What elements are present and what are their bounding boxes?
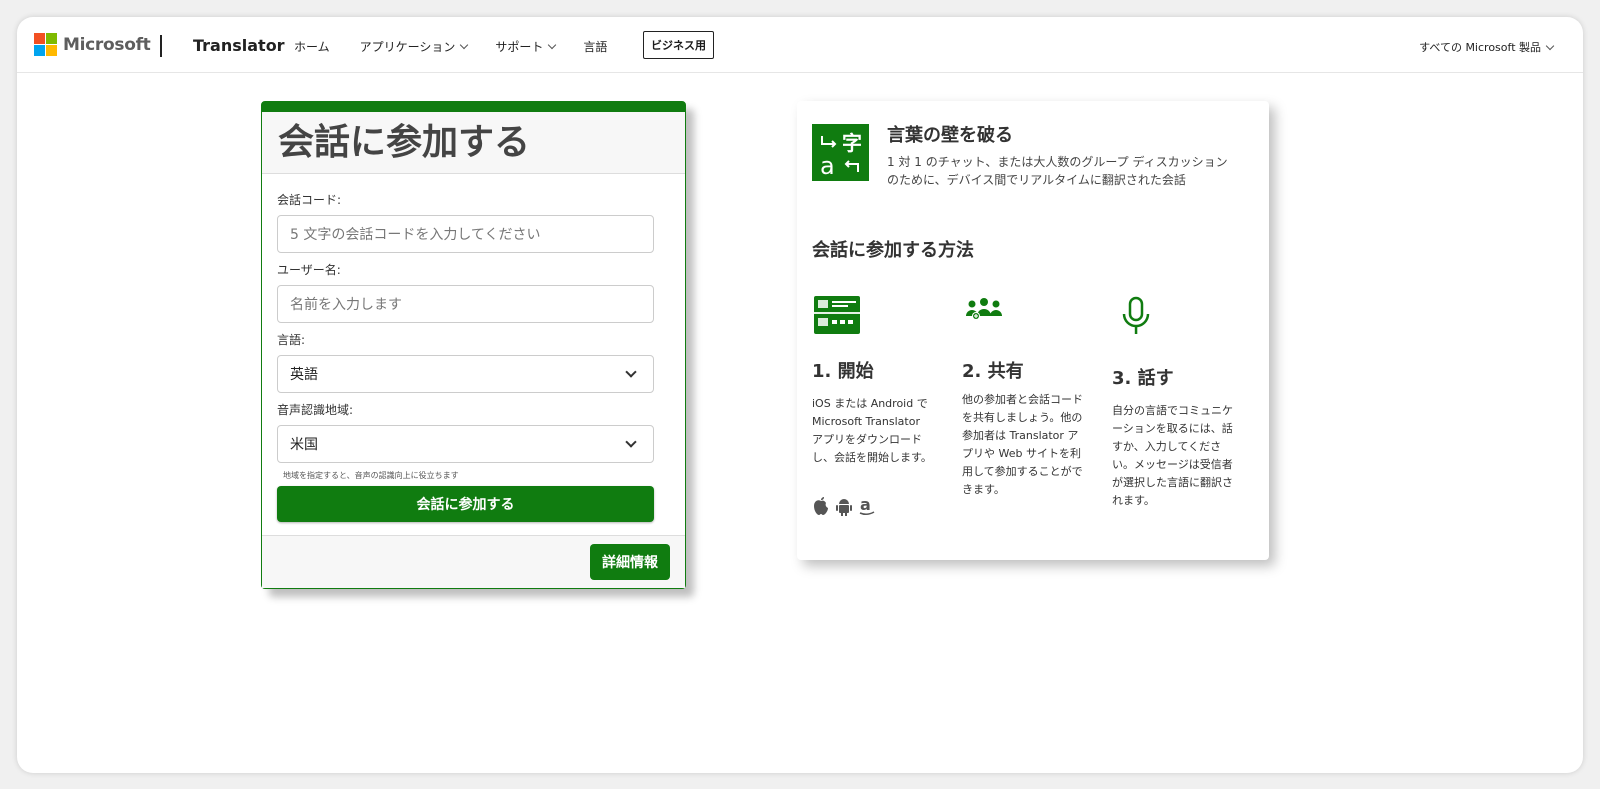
code-placeholder: 5 文字の会話コードを入力してください: [290, 227, 541, 243]
hero-title: 言葉の壁を破る: [887, 125, 1013, 146]
header-divider: [160, 35, 162, 57]
language-select[interactable]: 英語: [277, 355, 654, 393]
step-start-title: 1. 開始: [812, 361, 874, 382]
user-name-input[interactable]: 名前を入力します: [277, 285, 654, 323]
language-value: 英語: [290, 367, 318, 383]
all-microsoft-products-menu[interactable]: すべての Microsoft 製品: [1419, 39, 1555, 55]
chevron-down-icon: [625, 435, 637, 448]
code-label: 会話コード:: [277, 193, 342, 207]
region-label: 音声認識地域:: [277, 403, 354, 417]
join-card-header: 会話に参加する: [262, 112, 685, 174]
svg-text:字: 字: [842, 131, 862, 155]
step-start-desc: iOS または Android で Microsoft Translator ア…: [812, 397, 932, 464]
chevron-down-icon: [460, 40, 469, 50]
site-header: Microsoft Translator ホーム アプリケーション サポート 言…: [17, 17, 1583, 73]
name-label: ユーザー名:: [277, 263, 341, 277]
chevron-down-icon: [548, 40, 557, 50]
language-label: 言語:: [277, 333, 306, 347]
apple-icon[interactable]: [812, 496, 830, 520]
conversation-code-input[interactable]: 5 文字の会話コードを入力してください: [277, 215, 654, 253]
microsoft-wordmark: Microsoft: [63, 34, 151, 55]
business-button[interactable]: ビジネス用: [643, 31, 714, 59]
region-value: 米国: [290, 437, 318, 453]
all-products-label: すべての Microsoft 製品: [1419, 41, 1541, 54]
store-icons: a: [812, 495, 876, 520]
region-select[interactable]: 米国: [277, 425, 654, 463]
nav-home[interactable]: ホーム: [294, 38, 330, 55]
group-icon: [962, 294, 1006, 328]
android-icon[interactable]: [835, 496, 853, 520]
nav-languages[interactable]: 言語: [583, 38, 607, 55]
hero-description: 1 対 1 のチャット、または大人数のグループ ディスカッションのために、デバイ…: [887, 155, 1228, 187]
svg-text:a: a: [820, 152, 835, 180]
svg-text:a: a: [860, 496, 871, 514]
name-placeholder: 名前を入力します: [290, 297, 402, 313]
microsoft-logo[interactable]: Microsoft: [34, 33, 151, 56]
info-card: 字 a 言葉の壁を破る 1 対 1 のチャット、または大人数のグループ ディスカ…: [797, 101, 1269, 560]
chevron-down-icon: [625, 365, 637, 378]
microsoft-squares-icon: [34, 33, 57, 56]
how-to-join-title: 会話に参加する方法: [812, 240, 974, 261]
brand-translator-link[interactable]: Translator: [193, 36, 285, 55]
join-title: 会話に参加する: [278, 122, 531, 163]
step-share-title: 2. 共有: [962, 361, 1024, 382]
step-speak-desc: 自分の言語でコミュニケーションを取るには、話すか、入力してください。メッセージは…: [1112, 404, 1233, 507]
nav-support[interactable]: サポート: [495, 38, 557, 55]
nav-applications[interactable]: アプリケーション: [359, 38, 469, 55]
join-conversation-button[interactable]: 会話に参加する: [277, 486, 654, 522]
join-form: 会話コード: 5 文字の会話コードを入力してください ユーザー名: 名前を入力し…: [262, 174, 685, 537]
nav-support-label: サポート: [495, 40, 544, 54]
app-window-icon: [812, 294, 862, 340]
nav-languages-label: 言語: [583, 40, 608, 54]
join-conversation-card: 会話に参加する 会話コード: 5 文字の会話コードを入力してください ユーザー名…: [261, 101, 686, 589]
microphone-icon: [1116, 294, 1156, 342]
amazon-icon[interactable]: a: [858, 495, 876, 520]
step-speak-title: 3. 話す: [1112, 368, 1174, 389]
more-info-button[interactable]: 詳細情報: [590, 544, 670, 580]
join-card-footer: 詳細情報: [262, 535, 685, 588]
region-hint: 地域を指定すると、音声の認識向上に役立ちます: [283, 471, 459, 480]
translator-logo-icon: 字 a: [812, 124, 869, 181]
chevron-down-icon: [1545, 41, 1555, 50]
step-share-desc: 他の参加者と会話コードを共有しましょう。他の参加者は Translator アプ…: [962, 393, 1083, 496]
browser-window: Microsoft Translator ホーム アプリケーション サポート 言…: [17, 17, 1583, 773]
nav-home-label: ホーム: [294, 40, 330, 54]
main-nav: ホーム アプリケーション サポート 言語: [294, 38, 607, 55]
nav-applications-label: アプリケーション: [359, 40, 456, 54]
